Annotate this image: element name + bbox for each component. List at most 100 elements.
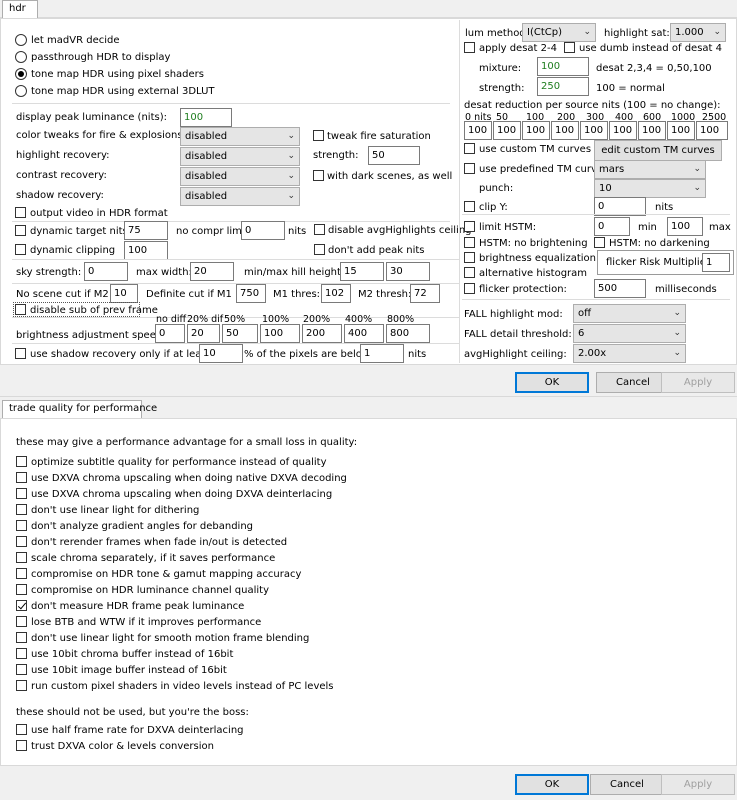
highlight-recovery-label: highlight recovery:: [16, 150, 110, 161]
fall-highlight-select[interactable]: off ⌄: [573, 304, 686, 323]
cancel-button[interactable]: Cancel: [590, 774, 664, 795]
mixture-input[interactable]: 100: [537, 57, 589, 76]
color-tweaks-select[interactable]: disabled ⌄: [180, 127, 300, 146]
dynamic-clipping-input[interactable]: 100: [124, 241, 168, 260]
tab-hdr[interactable]: hdr: [2, 0, 38, 19]
desat-nits-input[interactable]: 100: [667, 121, 695, 140]
edit-custom-tm-button[interactable]: edit custom TM curves: [594, 140, 722, 161]
apply-desat-checkbox[interactable]: [464, 42, 475, 53]
desat-nits-input[interactable]: 100: [464, 121, 492, 140]
max-width-input[interactable]: 20: [190, 262, 234, 281]
with-dark-scenes-checkbox[interactable]: [313, 170, 324, 181]
tab-trade-quality[interactable]: trade quality for performance: [2, 400, 157, 419]
cancel-button[interactable]: Cancel: [596, 372, 670, 393]
option-checkbox[interactable]: [16, 536, 27, 547]
hstm-no-brightening-checkbox[interactable]: [464, 237, 475, 248]
radio-tone-map-3dlut[interactable]: [15, 85, 27, 97]
display-peak-input[interactable]: 100: [180, 108, 232, 127]
desat-nits-input[interactable]: 100: [638, 121, 666, 140]
option-checkbox[interactable]: [16, 552, 27, 563]
flicker-protection-input[interactable]: 500: [594, 279, 646, 298]
apply-button[interactable]: Apply: [661, 372, 735, 393]
dont-add-peak-nits-checkbox[interactable]: [314, 244, 325, 255]
option-checkbox[interactable]: [16, 504, 27, 515]
option-checkbox[interactable]: [16, 664, 27, 675]
ok-button[interactable]: OK: [515, 372, 589, 393]
avg-highlight-select[interactable]: 2.00x ⌄: [573, 344, 686, 363]
limit-hstm-checkbox[interactable]: [464, 221, 475, 232]
shadow-recovery-select[interactable]: disabled ⌄: [180, 187, 300, 206]
apply-button[interactable]: Apply: [661, 774, 735, 795]
definite-cut-input[interactable]: 750: [236, 284, 266, 303]
desat-nits-input[interactable]: 100: [493, 121, 521, 140]
speed-input[interactable]: 0: [155, 324, 185, 343]
desat-nits-input[interactable]: 100: [609, 121, 637, 140]
use-custom-tm-checkbox[interactable]: [464, 143, 475, 154]
desat-nits-input[interactable]: 100: [522, 121, 550, 140]
limit-hstm-min-input[interactable]: 0: [594, 217, 630, 236]
option-checkbox[interactable]: [16, 456, 27, 467]
flicker-protection-checkbox[interactable]: [464, 283, 475, 294]
option-checkbox[interactable]: [16, 520, 27, 531]
shadow-pct-input[interactable]: 10: [199, 344, 243, 363]
desat-strength-input[interactable]: 250: [537, 77, 589, 96]
use-predefined-tm-checkbox[interactable]: [464, 163, 475, 174]
brightness-equalization-checkbox[interactable]: [464, 252, 475, 263]
option-checkbox[interactable]: [16, 648, 27, 659]
alternative-histogram-checkbox[interactable]: [464, 267, 475, 278]
hill-min-input[interactable]: 15: [340, 262, 384, 281]
highlight-sat-select[interactable]: 1.000 ⌄: [670, 23, 726, 42]
predefined-tm-select[interactable]: mars ⌄: [594, 160, 706, 179]
option-checkbox[interactable]: [16, 600, 27, 611]
option-checkbox[interactable]: [16, 632, 27, 643]
m2-thresh-input[interactable]: 72: [410, 284, 440, 303]
no-scene-cut-input[interactable]: 10: [110, 284, 138, 303]
dynamic-clipping-checkbox[interactable]: [15, 244, 26, 255]
shadow-nits-input[interactable]: 1: [360, 344, 404, 363]
option-checkbox[interactable]: [16, 616, 27, 627]
strength-input[interactable]: 50: [368, 146, 420, 165]
no-compr-limit-input[interactable]: 0: [241, 221, 285, 240]
desat-nits-input[interactable]: 100: [580, 121, 608, 140]
dynamic-target-nits-checkbox[interactable]: [15, 225, 26, 236]
speed-input[interactable]: 200: [302, 324, 342, 343]
sky-strength-input[interactable]: 0: [84, 262, 128, 281]
use-dumb-desat-checkbox[interactable]: [564, 42, 575, 53]
clip-y-checkbox[interactable]: [464, 201, 475, 212]
option-checkbox[interactable]: [16, 568, 27, 579]
dynamic-target-input[interactable]: 75: [124, 221, 168, 240]
contrast-recovery-select[interactable]: disabled ⌄: [180, 167, 300, 186]
option-checkbox[interactable]: [16, 488, 27, 499]
shadow-recovery-only-checkbox[interactable]: [15, 348, 26, 359]
lum-method-select[interactable]: I(CtCp) ⌄: [522, 23, 596, 42]
desat-nits-input[interactable]: 100: [696, 121, 728, 140]
option-checkbox[interactable]: [16, 584, 27, 595]
desat-nits-input[interactable]: 100: [551, 121, 579, 140]
speed-input[interactable]: 20: [187, 324, 220, 343]
radio-tone-map-pixel-shaders[interactable]: [15, 68, 27, 80]
radio-let-madvr-decide[interactable]: [15, 34, 27, 46]
speed-input[interactable]: 50: [222, 324, 258, 343]
disable-avghighlights-checkbox[interactable]: [314, 224, 325, 235]
option-checkbox[interactable]: [16, 724, 27, 735]
output-video-hdr-checkbox[interactable]: [15, 207, 26, 218]
radio-passthrough-hdr[interactable]: [15, 51, 27, 63]
ok-button[interactable]: OK: [515, 774, 589, 795]
speed-input[interactable]: 100: [260, 324, 300, 343]
option-checkbox[interactable]: [16, 680, 27, 691]
punch-select[interactable]: 10 ⌄: [594, 179, 706, 198]
speed-input[interactable]: 400: [344, 324, 384, 343]
highlight-recovery-select[interactable]: disabled ⌄: [180, 147, 300, 166]
select-value: off: [578, 308, 592, 319]
m1-thres-input[interactable]: 102: [321, 284, 351, 303]
speed-input[interactable]: 800: [386, 324, 430, 343]
tweak-fire-saturation-checkbox[interactable]: [313, 130, 324, 141]
hstm-no-darkening-checkbox[interactable]: [594, 237, 605, 248]
limit-hstm-max-input[interactable]: 100: [667, 217, 703, 236]
flicker-risk-input[interactable]: 1: [702, 253, 730, 272]
boss-intro: these should not be used, but you're the…: [16, 707, 249, 718]
option-checkbox[interactable]: [16, 472, 27, 483]
option-checkbox[interactable]: [16, 740, 27, 751]
hill-max-input[interactable]: 30: [386, 262, 430, 281]
fall-detail-select[interactable]: 6 ⌄: [573, 324, 686, 343]
